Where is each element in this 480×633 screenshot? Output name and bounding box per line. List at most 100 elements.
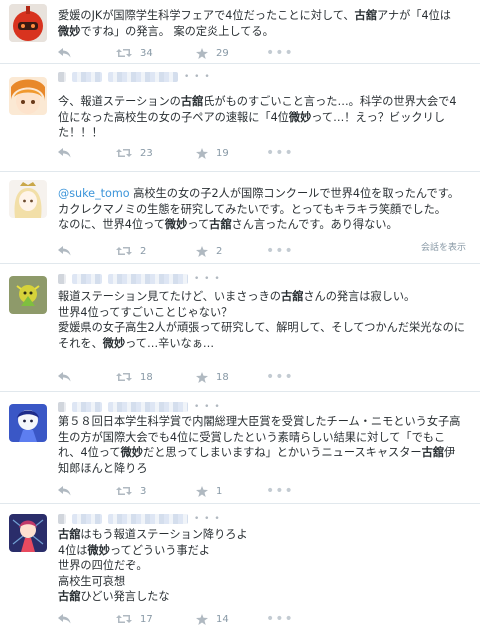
timestamp[interactable] [108, 72, 178, 82]
tweet-actions: 17 14 ••• [58, 612, 294, 626]
reply-button[interactable] [58, 246, 116, 256]
reply-button[interactable] [58, 372, 116, 382]
tweet[interactable]: 愛媛のJKが国際学生科学フェアで4位だったことに対して、古舘アナが「4位は 微妙… [0, 0, 480, 64]
retweet-button[interactable]: 18 [116, 372, 196, 383]
favorite-count: 14 [216, 613, 229, 625]
user-name[interactable] [58, 72, 66, 82]
highlighted-keyword: 古舘 [280, 290, 304, 303]
more-dots-icon: • • • [194, 514, 221, 524]
user-name[interactable] [58, 274, 66, 284]
retweet-icon [116, 487, 132, 495]
avatar[interactable] [9, 180, 47, 218]
tweet-actions: 18 18 ••• [58, 370, 294, 384]
favorite-button[interactable]: 29 [196, 47, 266, 59]
favorite-count: 2 [216, 245, 223, 257]
avatar[interactable] [9, 404, 47, 442]
avatar[interactable] [9, 77, 47, 115]
timestamp[interactable] [108, 402, 188, 412]
more-dots-icon: • • • [184, 72, 211, 82]
reply-icon [58, 486, 71, 496]
more-dots-icon[interactable]: ••• [266, 484, 294, 498]
avatar[interactable] [9, 4, 47, 42]
retweet-count: 3 [140, 485, 147, 497]
retweet-icon [116, 49, 132, 57]
highlighted-keyword: 古舘 [58, 528, 81, 541]
tweet-text-segment: アナが「4位は [376, 9, 451, 22]
user-name[interactable] [58, 514, 66, 524]
more-dots-icon[interactable]: ••• [266, 612, 294, 626]
reply-button[interactable] [58, 614, 116, 624]
favorite-count: 18 [216, 371, 229, 383]
star-icon [196, 613, 208, 625]
highlighted-keyword: 微妙 [102, 336, 126, 350]
tweet-text-segment: だと思ってしまいますね」とかいうニュースキャスター [143, 446, 422, 459]
tweet-header: • • • [58, 70, 211, 84]
tweet-text-segment: ですね」の発言。 案の定炎上してる。 [80, 24, 274, 38]
retweet-button[interactable]: 23 [116, 148, 196, 159]
reply-icon [58, 148, 71, 158]
tweet-text: 愛媛のJKが国際学生科学フェアで4位だったことに対して、古舘アナが「4位は 微妙… [58, 8, 472, 39]
retweet-count: 17 [140, 613, 153, 625]
tweet-text: 古舘はもう報道ステーション降りろよ 4位は微妙ってどういう事だよ 世界の四位だぞ… [58, 527, 472, 605]
favorite-button[interactable]: 18 [196, 371, 266, 383]
more-dots-icon[interactable]: ••• [266, 244, 294, 258]
tweet[interactable]: • • • 報道ステーション見てたけど、いまさっきの古舘さんの発言は寂しい。 世… [0, 264, 480, 392]
reply-button[interactable] [58, 486, 116, 496]
user-name[interactable] [58, 402, 66, 412]
favorite-count: 1 [216, 485, 223, 497]
retweet-button[interactable]: 3 [116, 486, 196, 497]
favorite-count: 19 [216, 147, 229, 159]
retweet-count: 34 [140, 47, 153, 59]
more-dots-icon[interactable]: ••• [266, 146, 294, 160]
retweet-count: 18 [140, 371, 153, 383]
user-handle[interactable] [72, 514, 102, 524]
tweet-actions: 2 2 ••• [58, 244, 294, 258]
highlighted-keyword: 微妙 [120, 446, 143, 459]
mention-link[interactable]: @suke_tomo [58, 187, 130, 200]
view-conversation-link[interactable]: 会話を表示 [421, 240, 466, 253]
user-handle[interactable] [72, 274, 102, 284]
tweet-header: • • • [58, 400, 221, 414]
more-dots-icon[interactable]: ••• [266, 370, 294, 384]
user-handle[interactable] [72, 402, 102, 412]
avatar[interactable] [9, 276, 47, 314]
tweet-text: 報道ステーション見てたけど、いまさっきの古舘さんの発言は寂しい。 世界4位ってす… [58, 289, 472, 351]
star-icon [196, 147, 208, 159]
more-dots-icon[interactable]: ••• [266, 46, 294, 60]
retweet-button[interactable]: 34 [116, 48, 196, 59]
more-dots-icon: • • • [194, 274, 221, 284]
tweet-text-segment: って [187, 218, 210, 231]
avatar[interactable] [9, 514, 47, 552]
tweet[interactable]: • • • 第５８回日本学生科学賞で内閣総理大臣賞を受賞したチーム・ニモという女… [0, 392, 480, 504]
tweet-actions: 3 1 ••• [58, 484, 294, 498]
favorite-button[interactable]: 14 [196, 613, 266, 625]
star-icon [196, 371, 208, 383]
retweet-icon [116, 373, 132, 381]
reply-button[interactable] [58, 48, 116, 58]
tweet-text-segment: 愛媛のJKが国際学生科学フェアで4位だったことに対して、 [58, 9, 355, 22]
favorite-button[interactable]: 2 [196, 245, 266, 257]
highlighted-keyword: 微妙 [58, 24, 81, 38]
tweet-actions: 23 19 ••• [58, 146, 294, 160]
timestamp[interactable] [108, 274, 188, 284]
highlighted-keyword: 古舘 [209, 218, 232, 231]
reply-button[interactable] [58, 148, 116, 158]
user-handle[interactable] [72, 72, 102, 82]
tweet[interactable]: • • • 今、報道ステーションの古舘氏がものすごいこと言った…。科学の世界大会… [0, 64, 480, 172]
tweet[interactable]: @suke_tomo 高校生の女の子2人が国際コンクールで世界4位を取ったんです… [0, 172, 480, 264]
tweet-actions: 34 29 ••• [58, 46, 294, 60]
retweet-icon [116, 247, 132, 255]
favorite-button[interactable]: 19 [196, 147, 266, 159]
tweet-text-segment: ひどい発言したな [80, 590, 170, 603]
tweet-text: @suke_tomo 高校生の女の子2人が国際コンクールで世界4位を取ったんです… [58, 186, 472, 233]
favorite-button[interactable]: 1 [196, 485, 266, 497]
tweet-feed: 愛媛のJKが国際学生科学フェアで4位だったことに対して、古舘アナが「4位は 微妙… [0, 0, 480, 633]
tweet[interactable]: • • • 古舘はもう報道ステーション降りろよ 4位は微妙ってどういう事だよ 世… [0, 504, 480, 633]
retweet-count: 23 [140, 147, 153, 159]
retweet-button[interactable]: 17 [116, 614, 196, 625]
tweet-text: 第５８回日本学生科学賞で内閣総理大臣賞を受賞したチーム・ニモという女子高 生の方… [58, 414, 472, 476]
timestamp[interactable] [108, 514, 188, 524]
retweet-button[interactable]: 2 [116, 246, 196, 257]
retweet-icon [116, 615, 132, 623]
tweet-header: • • • [58, 272, 221, 286]
